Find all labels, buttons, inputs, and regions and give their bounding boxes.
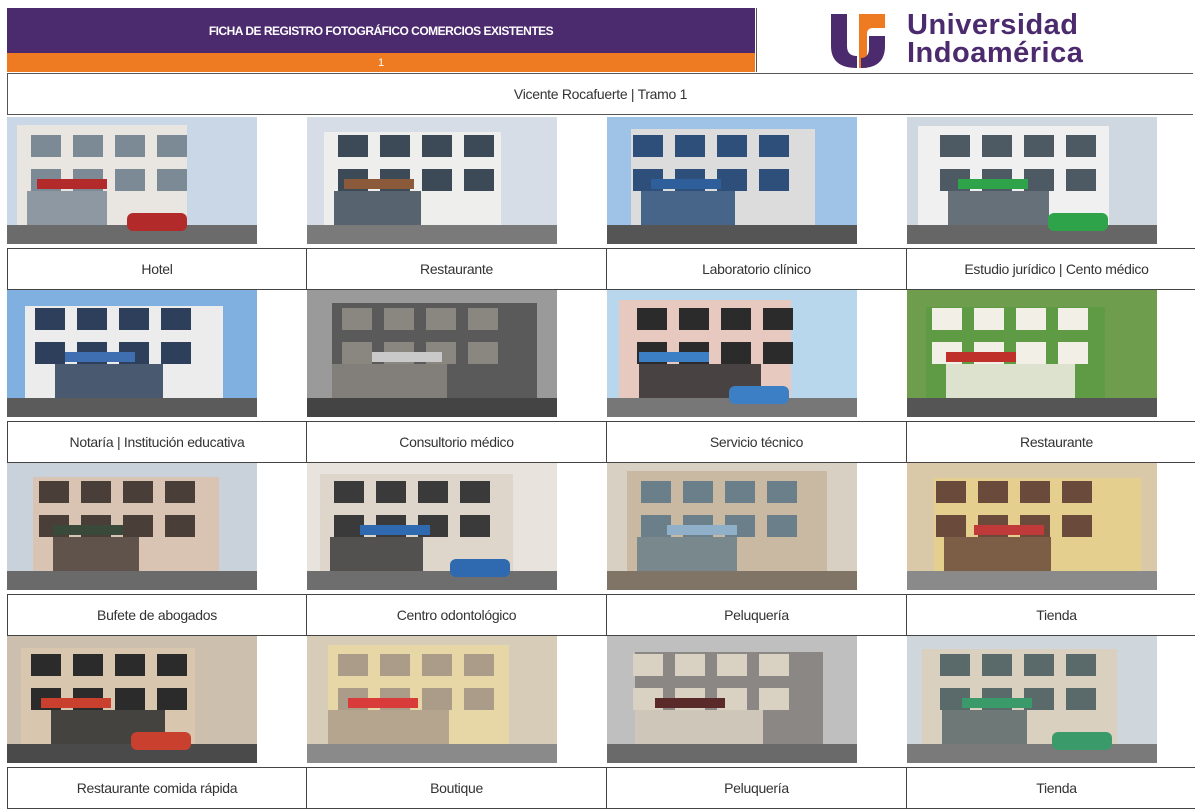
tech-service-shop-photo	[607, 290, 857, 417]
hair-salon-street-photo	[607, 463, 857, 590]
sheet-number-bar: 1	[7, 53, 755, 72]
photo-caption: Tienda	[907, 594, 1195, 636]
photo-caption: Peluquería	[607, 594, 907, 636]
restaurant-facade-photo	[307, 117, 557, 244]
photo-caption: Hotel	[7, 248, 307, 290]
notary-building-photo	[7, 290, 257, 417]
fast-food-restaurant-photo	[7, 636, 257, 763]
photo-caption: Estudio jurídico | Cento médico	[907, 248, 1195, 290]
hotel-building-photo	[7, 117, 257, 244]
photo-caption: Restaurante	[907, 421, 1195, 463]
photo-caption: Bufete de abogados	[7, 594, 307, 636]
shop-intersection-photo	[907, 636, 1157, 763]
photo-caption: Restaurante	[307, 248, 607, 290]
street-section-label: Vicente Rocafuerte | Tramo 1	[7, 73, 1193, 115]
photo-caption: Laboratorio clínico	[607, 248, 907, 290]
clinical-lab-building-photo	[607, 117, 857, 244]
photo-caption: Boutique	[307, 767, 607, 809]
sheet-title: FICHA DE REGISTRO FOTOGRÁFICO COMERCIOS …	[208, 23, 554, 38]
university-logo-mark-icon	[831, 14, 885, 68]
dental-center-photo	[307, 463, 557, 590]
law-firm-building-photo	[7, 463, 257, 590]
medical-office-photo	[307, 290, 557, 417]
shop-street-photo	[907, 463, 1157, 590]
photo-caption: Restaurante comida rápida	[7, 767, 307, 809]
logo-line-1: Universidad	[907, 9, 1079, 41]
logo-line-2: Indoamérica	[907, 37, 1084, 69]
sheet-number: 1	[377, 56, 385, 69]
photo-caption: Centro odontológico	[307, 594, 607, 636]
boutique-street-photo	[307, 636, 557, 763]
sheet-title-bar: FICHA DE REGISTRO FOTOGRÁFICO COMERCIOS …	[7, 8, 755, 53]
photo-caption: Peluquería	[607, 767, 907, 809]
photo-caption: Consultorio médico	[307, 421, 607, 463]
restaurant-window-photo	[907, 290, 1157, 417]
photo-caption: Servicio técnico	[607, 421, 907, 463]
law-office-building-photo	[907, 117, 1157, 244]
university-logo: Universidad Indoamérica	[756, 8, 1194, 72]
street-section-text: Vicente Rocafuerte | Tramo 1	[513, 86, 688, 102]
photo-record-sheet: FICHA DE REGISTRO FOTOGRÁFICO COMERCIOS …	[0, 0, 1195, 809]
hair-salon-facade-photo	[607, 636, 857, 763]
photo-caption: Tienda	[907, 767, 1195, 809]
university-logo-text: Universidad Indoamérica	[907, 9, 1084, 69]
photo-caption: Notaría | Institución educativa	[7, 421, 307, 463]
